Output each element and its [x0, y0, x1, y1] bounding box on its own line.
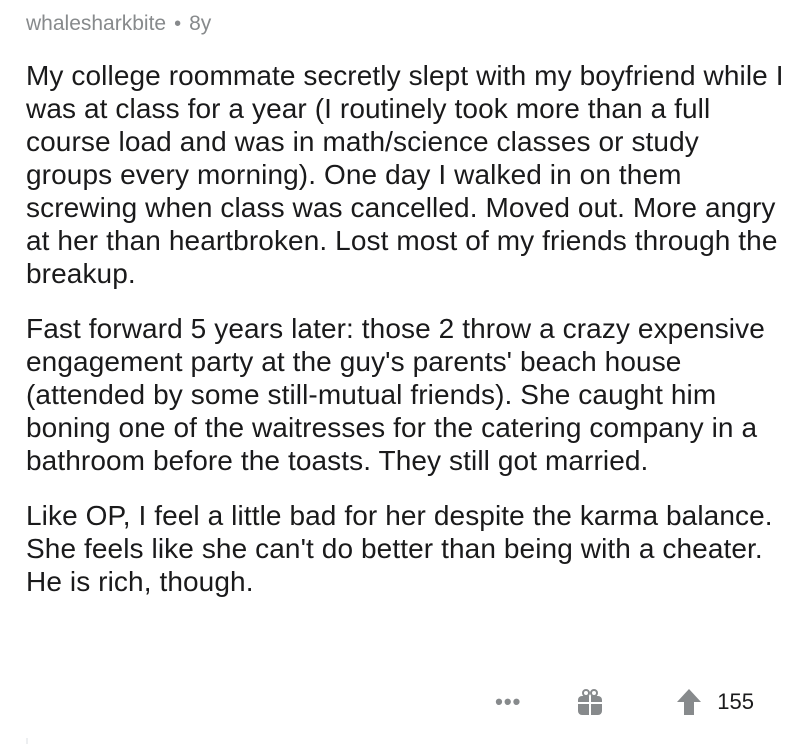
comment-paragraph: Fast forward 5 years later: those 2 thro…	[26, 313, 765, 476]
upvote-icon[interactable]	[675, 687, 703, 717]
vote-group: 155	[675, 687, 754, 717]
thread-line	[26, 738, 28, 744]
comment-paragraph: Like OP, I feel a little bad for her des…	[26, 500, 773, 597]
comment-meta: whalesharkbite • 8y	[26, 12, 211, 36]
more-options-button[interactable]: •••	[495, 689, 521, 715]
comment-age: 8y	[189, 12, 212, 35]
comment-actions: ••• 155	[495, 684, 754, 720]
gift-icon[interactable]	[575, 687, 605, 717]
author-username[interactable]: whalesharkbite	[26, 12, 166, 36]
meta-separator: •	[174, 12, 182, 35]
comment-paragraph: My college roommate secretly slept with …	[26, 60, 784, 289]
vote-score: 155	[717, 689, 754, 714]
comment-body: My college roommate secretly slept with …	[26, 59, 786, 620]
